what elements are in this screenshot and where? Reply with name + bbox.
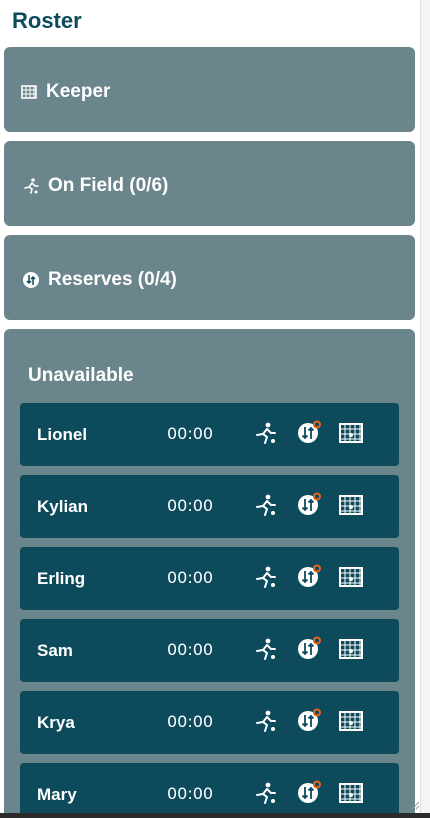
keeper-section-label: Keeper xyxy=(46,81,111,102)
goal-icon xyxy=(339,783,363,803)
move-to-field-button[interactable] xyxy=(252,708,278,734)
move-to-field-button[interactable] xyxy=(252,780,278,806)
goal-icon xyxy=(339,567,363,587)
keeper-section-header[interactable]: Keeper xyxy=(20,81,110,103)
goal-icon xyxy=(20,83,38,101)
goal-icon xyxy=(339,711,363,731)
player-time: 00:00 xyxy=(167,568,214,587)
substitute-icon xyxy=(298,636,321,659)
player-name: Erling xyxy=(37,569,86,588)
on-field-section[interactable]: On Field (0/6) xyxy=(4,141,415,226)
substitute-icon xyxy=(22,271,40,289)
runner-icon xyxy=(256,638,276,660)
reserves-section-header[interactable]: Reserves (0/4) xyxy=(22,269,177,291)
substitute-icon xyxy=(298,564,321,587)
move-to-field-button[interactable] xyxy=(252,420,278,446)
move-to-field-button[interactable] xyxy=(252,492,278,518)
player-time: 00:00 xyxy=(167,784,214,803)
runner-icon xyxy=(256,422,276,444)
player-time: 00:00 xyxy=(167,640,214,659)
unavailable-section-label: Unavailable xyxy=(28,365,134,386)
move-to-reserves-button[interactable] xyxy=(296,780,322,806)
runner-icon xyxy=(256,710,276,732)
player-time: 00:00 xyxy=(167,712,214,731)
goal-icon xyxy=(339,495,363,515)
reserves-section-label: Reserves (0/4) xyxy=(48,269,177,290)
player-time: 00:00 xyxy=(167,496,214,515)
runner-icon xyxy=(22,177,40,195)
make-keeper-button[interactable] xyxy=(338,708,364,734)
player-row[interactable]: Sam 00:00 xyxy=(20,619,399,682)
on-field-section-label: On Field (0/6) xyxy=(48,175,169,196)
roster-app: Roster Keeper On Field (0/6) Reserves (0… xyxy=(0,0,420,813)
player-name: Krya xyxy=(37,713,75,732)
substitute-icon xyxy=(298,708,321,731)
substitute-icon xyxy=(298,780,321,803)
page-title: Roster xyxy=(12,8,82,33)
runner-icon xyxy=(256,782,276,804)
player-row[interactable]: Erling 00:00 xyxy=(20,547,399,610)
substitute-icon xyxy=(298,492,321,515)
player-row[interactable]: Lionel 00:00 xyxy=(20,403,399,466)
move-to-reserves-button[interactable] xyxy=(296,420,322,446)
goal-icon xyxy=(339,423,363,443)
make-keeper-button[interactable] xyxy=(338,564,364,590)
keeper-section[interactable]: Keeper xyxy=(4,47,415,132)
resize-grip-icon[interactable] xyxy=(410,800,420,810)
player-time: 00:00 xyxy=(167,424,214,443)
on-field-section-header[interactable]: On Field (0/6) xyxy=(22,175,168,197)
player-name: Mary xyxy=(37,785,77,804)
bottom-edge xyxy=(0,813,430,818)
player-name: Lionel xyxy=(37,425,88,444)
player-name: Sam xyxy=(37,641,73,660)
make-keeper-button[interactable] xyxy=(338,636,364,662)
player-name: Kylian xyxy=(37,497,89,516)
move-to-reserves-button[interactable] xyxy=(296,636,322,662)
player-row[interactable]: Mary 00:00 xyxy=(20,763,399,813)
runner-icon xyxy=(256,494,276,516)
substitute-icon xyxy=(298,420,321,443)
player-row[interactable]: Kylian 00:00 xyxy=(20,475,399,538)
make-keeper-button[interactable] xyxy=(338,492,364,518)
make-keeper-button[interactable] xyxy=(338,420,364,446)
runner-icon xyxy=(256,566,276,588)
player-row[interactable]: Krya 00:00 xyxy=(20,691,399,754)
reserves-section[interactable]: Reserves (0/4) xyxy=(4,235,415,320)
goal-icon xyxy=(339,639,363,659)
make-keeper-button[interactable] xyxy=(338,780,364,806)
scrollbar[interactable] xyxy=(420,0,430,818)
move-to-reserves-button[interactable] xyxy=(296,708,322,734)
move-to-field-button[interactable] xyxy=(252,636,278,662)
move-to-field-button[interactable] xyxy=(252,564,278,590)
move-to-reserves-button[interactable] xyxy=(296,492,322,518)
move-to-reserves-button[interactable] xyxy=(296,564,322,590)
